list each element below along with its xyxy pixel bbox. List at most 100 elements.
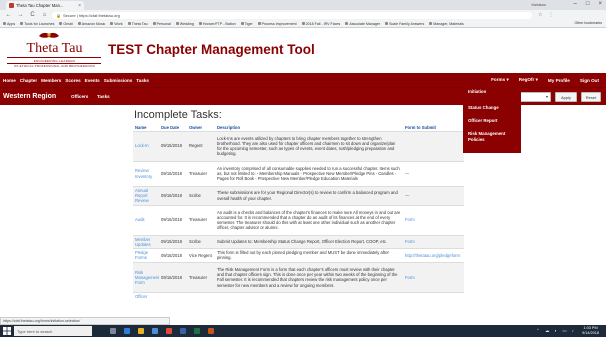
bookmark-icon bbox=[175, 22, 179, 25]
nav-my-profile[interactable]: My Profile bbox=[548, 78, 570, 83]
nav-sign-out[interactable]: Sign Out bbox=[580, 78, 599, 83]
sub-nav-officers[interactable]: Officers bbox=[71, 94, 88, 99]
dropdown-item-officer-report[interactable]: Officer Report bbox=[468, 118, 498, 124]
task-name-link[interactable]: Lock-In bbox=[133, 130, 159, 161]
bookmark-icon bbox=[3, 22, 6, 25]
task-form-link[interactable]: Form bbox=[403, 261, 464, 293]
bookmark-star-icon[interactable]: ☆ bbox=[538, 12, 542, 18]
dropdown-item-status-change[interactable]: Status Change bbox=[468, 105, 499, 111]
forward-icon[interactable]: → bbox=[17, 12, 24, 18]
reload-icon[interactable]: C bbox=[29, 12, 36, 18]
column-header-description[interactable]: Description bbox=[215, 123, 403, 131]
task-name-link[interactable]: Risk Management Form bbox=[133, 261, 159, 293]
nav-forms-dropdown[interactable]: Forms ▾ bbox=[491, 77, 509, 83]
theta-tau-logo[interactable]: Theta Tau ENGINEERING LEADERS OF ETHICAL… bbox=[3, 30, 106, 71]
table-header-row: Name Due Date Owner Description Form to … bbox=[133, 123, 464, 131]
region-title[interactable]: Western Region bbox=[3, 93, 56, 100]
minimize-icon[interactable]: – bbox=[574, 1, 577, 7]
column-header-form[interactable]: Form to Submit bbox=[403, 123, 464, 131]
apply-button[interactable]: Apply bbox=[555, 92, 577, 102]
reset-button[interactable]: Reset bbox=[581, 92, 601, 102]
bookmark-icon bbox=[345, 22, 349, 25]
bookmark-item[interactable]: Work bbox=[110, 22, 123, 26]
bookmark-item[interactable]: Manager, Materials bbox=[429, 22, 464, 26]
bookmark-item[interactable]: Theta Tau bbox=[127, 22, 148, 26]
dropdown-item-initiation[interactable]: Initiation bbox=[468, 89, 486, 95]
nav-home[interactable]: Home bbox=[3, 78, 16, 83]
task-name-link[interactable]: Pledge Forms bbox=[133, 247, 159, 263]
close-window-icon[interactable]: × bbox=[598, 1, 602, 7]
task-description: Submit Updates to: Membership Status Cha… bbox=[215, 234, 403, 249]
back-icon[interactable]: ← bbox=[5, 12, 12, 18]
task-form-link[interactable]: Form bbox=[403, 234, 464, 249]
edge-icon[interactable] bbox=[124, 328, 130, 334]
tab-close-icon[interactable]: × bbox=[78, 3, 81, 9]
task-form-link[interactable]: Form bbox=[403, 204, 464, 235]
file-explorer-icon[interactable] bbox=[138, 328, 144, 334]
home-icon[interactable]: ⌂ bbox=[41, 12, 48, 18]
task-name-link[interactable]: Officer bbox=[133, 291, 159, 301]
column-header-name[interactable]: Name bbox=[133, 123, 159, 131]
task-description: An audit is a checks and balances of the… bbox=[215, 204, 403, 235]
site-header: Theta Tau ENGINEERING LEADERS OF ETHICAL… bbox=[0, 28, 606, 73]
taskbar-search-placeholder: Type here to search bbox=[17, 328, 53, 334]
url-input[interactable]: 🔒 Secure | https://ctaf.thetatau.org bbox=[52, 11, 532, 19]
chrome-icon[interactable] bbox=[166, 328, 172, 334]
bookmark-item[interactable]: Hoover/FTP - Balton bbox=[198, 22, 236, 26]
bookmark-item[interactable]: 2018 Fall - IRV Faces bbox=[301, 22, 340, 26]
other-bookmarks[interactable]: Other bookmarks bbox=[574, 21, 602, 25]
browser-tab[interactable]: Theta Tau Chapter Man... × bbox=[6, 1, 84, 10]
task-name-link[interactable]: Member Updates bbox=[133, 234, 159, 249]
bookmark-icon bbox=[59, 22, 63, 25]
task-owner: Treasurer bbox=[187, 204, 215, 235]
nav-events[interactable]: Events bbox=[85, 78, 100, 83]
bookmark-label: Gmail bbox=[63, 21, 73, 26]
taskbar-search-input[interactable]: Type here to search bbox=[14, 326, 92, 336]
nav-members[interactable]: Members bbox=[41, 78, 61, 83]
nav-regofr-dropdown[interactable]: RegOfr ▾ bbox=[519, 77, 538, 83]
maximize-icon[interactable]: □ bbox=[586, 1, 590, 7]
task-form-link[interactable]: — bbox=[403, 185, 464, 205]
task-view-icon[interactable] bbox=[110, 328, 116, 334]
column-header-due-date[interactable]: Due Date bbox=[159, 123, 187, 131]
bookmark-item[interactable]: Wedding bbox=[175, 21, 194, 26]
task-name-link[interactable]: Review Inventory bbox=[133, 160, 159, 186]
table-row: Pledge Forms 09/15/2018 Vice Regent This fo… bbox=[133, 247, 464, 263]
windows-start-icon[interactable] bbox=[3, 327, 11, 335]
bookmark-item[interactable]: Tiger bbox=[240, 22, 253, 26]
browser-menu-icon[interactable]: ⋮ bbox=[548, 12, 553, 18]
nav-submissions[interactable]: Submissions bbox=[104, 78, 133, 83]
task-form-link[interactable] bbox=[403, 291, 464, 301]
crest-icon bbox=[39, 32, 59, 38]
bookmark-item[interactable]: Apps bbox=[3, 22, 15, 26]
task-due-date: 09/15/2018 bbox=[159, 261, 187, 293]
nav-scores[interactable]: Scores bbox=[65, 78, 80, 83]
taskbar-clock[interactable]: 1:03 PM 9/14/2018 bbox=[582, 326, 599, 336]
nav-chapter[interactable]: Chapter bbox=[20, 78, 37, 83]
sub-nav-tasks[interactable]: Tasks bbox=[97, 94, 110, 99]
bookmark-label: Process Improvement bbox=[261, 21, 297, 26]
bookmark-item[interactable]: Personal bbox=[152, 22, 171, 26]
task-name-link[interactable]: Annual Report Review bbox=[133, 185, 159, 205]
system-tray-icons[interactable]: ⌃ ☁ ◐ ▭ ♪ bbox=[536, 328, 576, 334]
powerpoint-icon[interactable] bbox=[208, 328, 214, 334]
browser-user-label[interactable]: thetatau bbox=[532, 2, 546, 7]
store-icon[interactable] bbox=[152, 328, 158, 334]
task-name-link[interactable]: Audit bbox=[133, 204, 159, 235]
task-due-date: 09/15/2018 bbox=[159, 185, 187, 205]
bookmark-item[interactable]: Process Improvement bbox=[257, 21, 297, 26]
bookmark-item[interactable]: Associate Manager bbox=[345, 22, 380, 26]
task-form-link[interactable]: — bbox=[403, 160, 464, 186]
bookmark-item[interactable]: Scale Family Answers bbox=[385, 22, 424, 26]
bookmark-item[interactable]: Tools for Launches bbox=[20, 22, 54, 26]
word-icon[interactable] bbox=[180, 328, 186, 334]
column-header-owner[interactable]: Owner bbox=[187, 123, 215, 131]
task-form-link[interactable] bbox=[403, 130, 464, 161]
bookmark-item[interactable]: Amazon Music bbox=[77, 22, 105, 26]
dropdown-item-policies[interactable]: Policies bbox=[468, 137, 485, 143]
bookmark-label: Wedding bbox=[179, 21, 194, 26]
bookmark-item[interactable]: Gmail bbox=[59, 21, 73, 26]
task-form-link[interactable]: http://thetatau.org/pledgeform bbox=[403, 247, 464, 263]
excel-icon[interactable] bbox=[194, 328, 200, 334]
nav-tasks[interactable]: Tasks bbox=[136, 78, 149, 83]
